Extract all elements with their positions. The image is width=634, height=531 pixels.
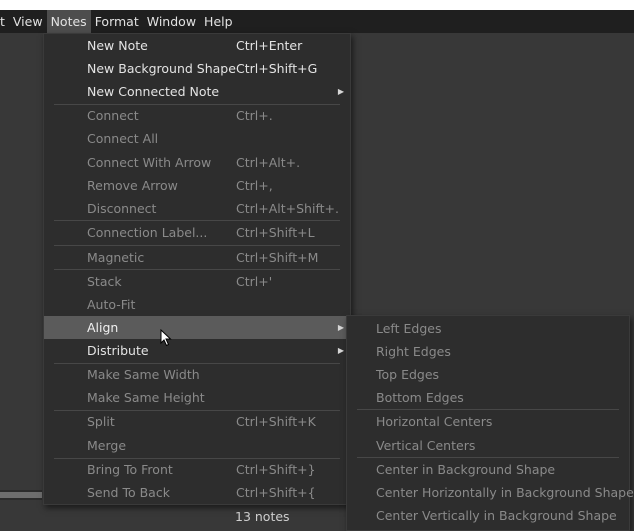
- menu-bar-item-view[interactable]: View: [9, 10, 47, 33]
- submenu-item-horizontal-centers[interactable]: Horizontal Centers: [347, 410, 629, 433]
- menu-item-split[interactable]: Split Ctrl+Shift+K: [44, 410, 350, 433]
- chevron-right-icon: ▶: [337, 87, 344, 96]
- menu-item-remove-arrow[interactable]: Remove Arrow Ctrl+,: [44, 174, 350, 197]
- menu-item-label: Merge: [87, 438, 127, 453]
- submenu-item-label: Center Vertically in Background Shape: [376, 508, 617, 523]
- menu-item-bring-to-front[interactable]: Bring To Front Ctrl+Shift+}: [44, 458, 350, 481]
- mouse-pointer-icon: [160, 329, 172, 347]
- menu-item-connect-all[interactable]: Connect All: [44, 127, 350, 150]
- menu-item-label: New Connected Note: [87, 84, 220, 99]
- scrollbar-thumb[interactable]: [0, 492, 42, 498]
- menu-item-send-to-back[interactable]: Send To Back Ctrl+Shift+{: [44, 481, 350, 504]
- menu-item-shortcut: Ctrl+Alt+.: [236, 155, 301, 170]
- menu-bar-item-window[interactable]: Window: [143, 10, 200, 33]
- menu-item-label: Auto-Fit: [87, 297, 136, 312]
- submenu-item-center-in-background-shape[interactable]: Center in Background Shape: [347, 458, 629, 481]
- menu-item-auto-fit[interactable]: Auto-Fit: [44, 293, 350, 316]
- menu-bar-item-t[interactable]: t: [0, 10, 9, 33]
- submenu-item-label: Top Edges: [376, 367, 440, 382]
- menu-item-shortcut: Ctrl+Shift+L: [236, 225, 315, 240]
- menu-item-label: Connect With Arrow: [87, 155, 212, 170]
- chevron-right-icon: ▶: [337, 323, 344, 332]
- menu-item-connect[interactable]: Connect Ctrl+.: [44, 104, 350, 127]
- menu-item-shortcut: Ctrl+Alt+Shift+.: [236, 201, 339, 216]
- menu-item-make-same-width[interactable]: Make Same Width: [44, 363, 350, 386]
- menu-item-shortcut: Ctrl+Shift+M: [236, 250, 319, 265]
- menu-item-magnetic[interactable]: Magnetic Ctrl+Shift+M: [44, 246, 350, 269]
- menu-item-align[interactable]: Align ▶: [44, 316, 350, 339]
- menu-item-shortcut: Ctrl+Shift+{: [236, 485, 316, 500]
- menu-bar: t View Notes Format Window Help: [0, 10, 634, 33]
- menu-item-stack[interactable]: Stack Ctrl+': [44, 270, 350, 293]
- notes-menu: New Note Ctrl+Enter New Background Shape…: [43, 33, 351, 505]
- submenu-item-label: Center Horizontally in Background Shape: [376, 485, 634, 500]
- menu-item-shortcut: Ctrl+.: [236, 108, 273, 123]
- menu-item-shortcut: Ctrl+': [236, 274, 273, 289]
- menu-item-label: Send To Back: [87, 485, 170, 500]
- title-strip: [0, 0, 634, 10]
- menu-item-label: Split: [87, 414, 115, 429]
- menu-bar-item-format[interactable]: Format: [91, 10, 143, 33]
- menu-item-shortcut: Ctrl+,: [236, 178, 273, 193]
- submenu-item-label: Center in Background Shape: [376, 462, 556, 477]
- menu-item-connection-label[interactable]: Connection Label... Ctrl+Shift+L: [44, 221, 350, 244]
- menu-item-label: Connect: [87, 108, 139, 123]
- menu-item-label: Connection Label...: [87, 225, 208, 240]
- menu-item-label: Disconnect: [87, 201, 157, 216]
- menu-bar-item-help[interactable]: Help: [200, 10, 237, 33]
- menu-bar-item-notes[interactable]: Notes: [46, 10, 91, 33]
- submenu-item-label: Right Edges: [376, 344, 451, 359]
- menu-item-label: Stack: [87, 274, 122, 289]
- submenu-item-label: Left Edges: [376, 321, 442, 336]
- submenu-item-right-edges[interactable]: Right Edges: [347, 340, 629, 363]
- menu-item-merge[interactable]: Merge: [44, 434, 350, 457]
- chevron-right-icon: ▶: [337, 346, 344, 355]
- submenu-item-label: Bottom Edges: [376, 390, 464, 405]
- menu-item-shortcut: Ctrl+Shift+}: [236, 462, 316, 477]
- menu-item-shortcut: Ctrl+Enter: [236, 38, 303, 53]
- menu-item-label: Connect All: [87, 131, 159, 146]
- menu-item-label: Align: [87, 320, 119, 335]
- menu-item-label: Bring To Front: [87, 462, 173, 477]
- menu-item-label: Magnetic: [87, 250, 145, 265]
- menu-item-label: New Note: [87, 38, 148, 53]
- menu-item-distribute[interactable]: Distribute ▶: [44, 339, 350, 362]
- menu-item-disconnect[interactable]: Disconnect Ctrl+Alt+Shift+.: [44, 197, 350, 220]
- menu-item-new-note[interactable]: New Note Ctrl+Enter: [44, 34, 350, 57]
- menu-item-label: New Background Shape: [87, 61, 236, 76]
- submenu-item-center-vertically-in-background-shape[interactable]: Center Vertically in Background Shape: [347, 504, 629, 527]
- align-submenu: Left Edges Right Edges Top Edges Bottom …: [346, 315, 634, 531]
- menu-item-shortcut: Ctrl+Shift+K: [236, 414, 316, 429]
- status-note-count: 13 notes: [235, 509, 290, 524]
- submenu-item-vertical-centers[interactable]: Vertical Centers: [347, 434, 629, 457]
- menu-item-label: Remove Arrow: [87, 178, 178, 193]
- menu-item-new-background-shape[interactable]: New Background Shape Ctrl+Shift+G: [44, 57, 350, 80]
- submenu-item-label: Vertical Centers: [376, 438, 476, 453]
- menu-item-new-connected-note[interactable]: New Connected Note ▶: [44, 80, 350, 103]
- menu-item-label: Make Same Width: [87, 367, 200, 382]
- menu-item-connect-with-arrow[interactable]: Connect With Arrow Ctrl+Alt+.: [44, 151, 350, 174]
- submenu-item-center-horizontally-in-background-shape[interactable]: Center Horizontally in Background Shape: [347, 481, 634, 504]
- menu-item-label: Distribute: [87, 343, 149, 358]
- submenu-item-left-edges[interactable]: Left Edges: [347, 317, 629, 340]
- submenu-item-top-edges[interactable]: Top Edges: [347, 363, 629, 386]
- submenu-item-label: Horizontal Centers: [376, 414, 493, 429]
- submenu-item-bottom-edges[interactable]: Bottom Edges: [347, 386, 629, 409]
- menu-item-shortcut: Ctrl+Shift+G: [236, 61, 318, 76]
- menu-item-make-same-height[interactable]: Make Same Height: [44, 386, 350, 409]
- menu-item-label: Make Same Height: [87, 390, 205, 405]
